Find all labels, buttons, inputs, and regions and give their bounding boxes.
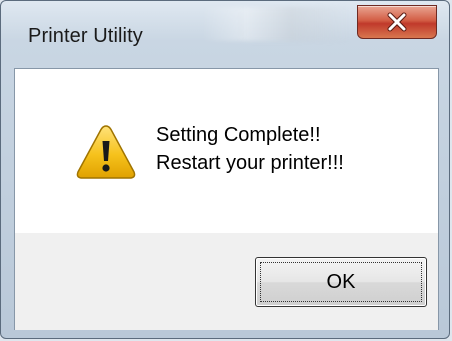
message-line-2: Restart your printer!!! bbox=[156, 152, 344, 174]
message-line-1: Setting Complete!! bbox=[156, 124, 321, 146]
message-text: Setting Complete!! Restart your printer!… bbox=[156, 121, 344, 177]
title-bar[interactable]: Printer Utility bbox=[1, 1, 449, 61]
ok-button[interactable]: OK bbox=[255, 257, 427, 307]
close-icon bbox=[387, 12, 407, 32]
dialog-window: Printer Utility Setting Complete!! Resta… bbox=[0, 0, 450, 339]
ok-button-label: OK bbox=[326, 270, 356, 293]
close-button[interactable] bbox=[357, 5, 437, 39]
button-area: OK bbox=[15, 233, 438, 330]
message-area: Setting Complete!! Restart your printer!… bbox=[15, 69, 438, 233]
window-title: Printer Utility bbox=[28, 25, 143, 47]
dialog-client-area: Setting Complete!! Restart your printer!… bbox=[14, 68, 439, 330]
warning-icon bbox=[76, 125, 136, 179]
